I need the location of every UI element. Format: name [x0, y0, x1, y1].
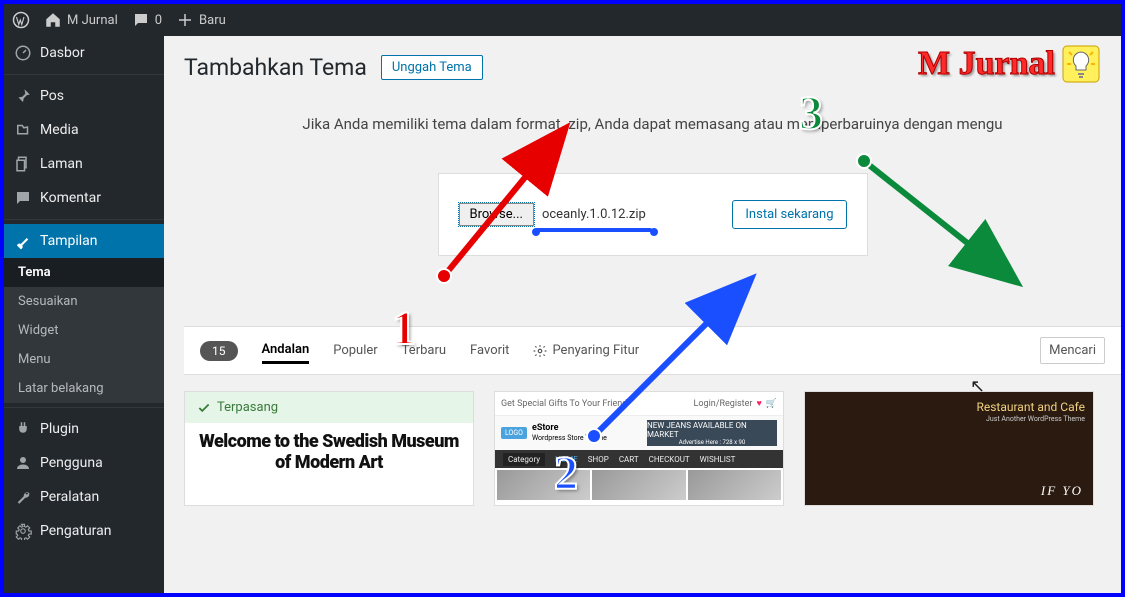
sidebar-item-label: Peralatan — [40, 489, 99, 505]
annotation-arrow-3 — [854, 151, 1034, 296]
annotation-arrow-1 — [434, 121, 594, 291]
sidebar-item-plugin[interactable]: Plugin — [4, 412, 164, 446]
new-label: Baru — [199, 13, 226, 28]
upload-description: Jika Anda memiliki tema dalam format .zi… — [184, 115, 1121, 133]
installed-badge: Terpasang — [185, 392, 473, 423]
sidebar-item-tampilan[interactable]: Tampilan — [4, 224, 164, 258]
wordpress-icon — [12, 11, 30, 29]
theme-preview-title: Welcome to the Swedish Museum of Modern … — [197, 432, 461, 473]
home-icon — [44, 11, 62, 29]
submenu-tema[interactable]: Tema — [4, 258, 164, 287]
plug-icon — [14, 420, 32, 438]
appearance-submenu: Tema Sesuaikan Widget Menu Latar belakan… — [4, 258, 164, 403]
comment-icon — [132, 11, 150, 29]
comment-icon — [14, 189, 32, 207]
sidebar-item-pengaturan[interactable]: Pengaturan — [4, 514, 164, 548]
comment-count: 0 — [155, 13, 162, 28]
sidebar-item-label: Pos — [40, 88, 64, 104]
sidebar-item-label: Media — [40, 122, 79, 138]
annotation-arrow-2 — [584, 271, 774, 451]
annotation-number-1: 1 — [392, 301, 416, 356]
watermark: M Jurnal — [918, 44, 1101, 84]
sidebar-item-label: Pengguna — [40, 455, 103, 471]
annotation-number-3: 3 — [799, 86, 823, 141]
sidebar-item-pengguna[interactable]: Pengguna — [4, 446, 164, 480]
theme-search-input[interactable]: Mencari — [1040, 337, 1105, 364]
mouse-cursor-icon: ↖ — [970, 376, 985, 397]
submenu-latar-belakang[interactable]: Latar belakang — [4, 374, 164, 403]
sidebar-item-pos[interactable]: Pos — [4, 79, 164, 113]
sidebar-item-label: Dasbor — [40, 45, 85, 61]
comments-link[interactable]: 0 — [132, 11, 162, 29]
settings-icon — [14, 522, 32, 540]
tab-favorit[interactable]: Favorit — [470, 339, 509, 362]
lightbulb-icon — [1061, 44, 1101, 84]
media-icon — [14, 121, 32, 139]
tab-populer[interactable]: Populer — [333, 339, 377, 362]
upload-theme-button[interactable]: Unggah Tema — [381, 55, 483, 80]
theme-count: 15 — [200, 341, 238, 361]
theme-card[interactable]: Terpasang Welcome to the Swedish Museum … — [184, 391, 474, 506]
sidebar-item-laman[interactable]: Laman — [4, 147, 164, 181]
install-now-button[interactable]: Instal sekarang — [732, 200, 846, 229]
new-content-link[interactable]: Baru — [176, 11, 226, 29]
user-icon — [14, 454, 32, 472]
theme-card[interactable]: Restaurant and Cafe Just Another WordPre… — [804, 391, 1094, 506]
sidebar-item-label: Pengaturan — [40, 523, 112, 539]
sidebar-item-label: Tampilan — [40, 233, 98, 249]
submenu-menu[interactable]: Menu — [4, 345, 164, 374]
site-link[interactable]: M Jurnal — [44, 11, 118, 29]
check-icon — [197, 401, 211, 415]
wrench-icon — [14, 488, 32, 506]
page-title: Tambahkan Tema — [184, 54, 367, 81]
sidebar-item-komentar[interactable]: Komentar — [4, 181, 164, 215]
admin-top-bar: M Jurnal 0 Baru — [4, 4, 1121, 36]
admin-sidebar: Dasbor Pos Media Laman Komentar Tampilan… — [4, 36, 164, 593]
brush-icon — [14, 232, 32, 250]
sidebar-item-peralatan[interactable]: Peralatan — [4, 480, 164, 514]
sidebar-item-label: Laman — [40, 156, 83, 172]
page-icon — [14, 155, 32, 173]
sidebar-item-media[interactable]: Media — [4, 113, 164, 147]
gear-icon — [533, 344, 547, 358]
submenu-sesuaikan[interactable]: Sesuaikan — [4, 287, 164, 316]
site-name: M Jurnal — [67, 13, 118, 28]
sidebar-item-label: Plugin — [40, 421, 79, 437]
tab-andalan[interactable]: Andalan — [262, 338, 310, 364]
submenu-widget[interactable]: Widget — [4, 316, 164, 345]
sidebar-item-dasbor[interactable]: Dasbor — [4, 36, 164, 70]
dashboard-icon — [14, 44, 32, 62]
sidebar-item-label: Komentar — [40, 190, 101, 206]
pin-icon — [14, 87, 32, 105]
watermark-text: M Jurnal — [918, 45, 1055, 83]
plus-icon — [176, 11, 194, 29]
wordpress-logo-menu[interactable] — [12, 11, 30, 29]
main-content: Tambahkan Tema Unggah Tema M Jurnal Jika… — [164, 36, 1121, 593]
annotation-number-2: 2 — [554, 446, 578, 501]
